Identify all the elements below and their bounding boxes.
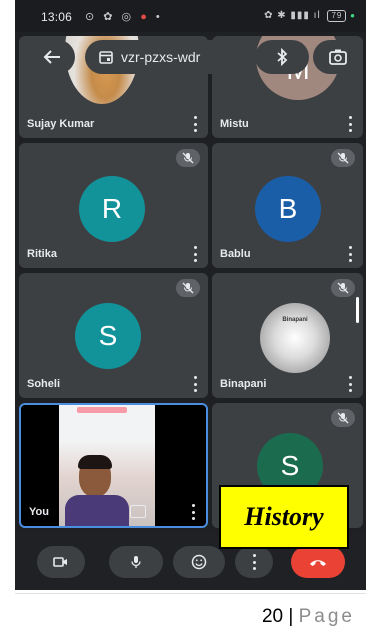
participant-name: Ritika xyxy=(27,248,57,260)
more-options-icon[interactable] xyxy=(192,376,198,392)
participant-tile-binapani[interactable]: Binapani Binapani xyxy=(212,273,363,398)
page-word: Page xyxy=(298,606,355,627)
microphone-toggle-button[interactable] xyxy=(109,546,163,578)
page-number: 20 xyxy=(261,606,284,627)
camera-switch-icon[interactable] xyxy=(130,505,146,518)
meeting-code-button[interactable]: vzr-pzxs-wdr xyxy=(85,40,241,74)
participant-avatar: B xyxy=(255,176,321,242)
more-options-icon[interactable] xyxy=(347,116,353,132)
mic-off-icon xyxy=(176,279,200,297)
page-footer: 20 | Page xyxy=(262,606,355,628)
mic-off-icon xyxy=(176,149,200,167)
participant-avatar: R xyxy=(79,176,145,242)
arrow-left-icon xyxy=(43,50,60,64)
mic-off-icon xyxy=(331,149,355,167)
participant-tile-bablu[interactable]: B Bablu xyxy=(212,143,363,268)
avatar-initial: R xyxy=(101,193,123,224)
more-options-icon[interactable] xyxy=(347,376,353,392)
end-call-button[interactable] xyxy=(291,546,345,578)
microphone-icon xyxy=(131,556,141,568)
footer-divider xyxy=(15,593,366,594)
avatar-initial: S xyxy=(280,450,300,481)
phone-hangup-icon xyxy=(310,560,326,566)
more-options-icon[interactable] xyxy=(347,246,353,262)
avatar-initial: S xyxy=(98,320,118,351)
system-icons: ✿ ✱ ▮▮▮ ıl 79 ● xyxy=(264,10,356,22)
scroll-indicator[interactable] xyxy=(356,297,359,323)
ceiling-light xyxy=(77,407,127,413)
participant-tile-soheli[interactable]: S Soheli xyxy=(19,273,208,398)
more-options-icon[interactable] xyxy=(192,246,198,262)
participant-name: Soheli xyxy=(27,378,61,390)
emoji-icon xyxy=(191,554,207,570)
participant-photo: Binapani xyxy=(260,303,330,373)
more-options-button[interactable] xyxy=(235,546,273,578)
video-camera-icon xyxy=(53,557,67,567)
page-separator: | xyxy=(288,606,294,627)
photo-label: Binapani xyxy=(282,317,308,323)
meeting-code: vzr-pzxs-wdr xyxy=(121,49,201,65)
mic-off-icon xyxy=(331,279,355,297)
more-options-icon[interactable] xyxy=(190,504,196,520)
status-time: 13:06 xyxy=(41,10,73,24)
switch-camera-button[interactable] xyxy=(313,40,363,74)
more-vert-icon xyxy=(251,554,257,570)
status-bar: 13:06 ⊙ ✿ ◎ ● • ✿ ✱ ▮▮▮ ıl 79 ● xyxy=(15,0,366,32)
camera-toggle-button[interactable] xyxy=(37,546,85,578)
person-shirt xyxy=(65,495,129,526)
participant-name: Bablu xyxy=(220,248,251,260)
reactions-button[interactable] xyxy=(173,546,225,578)
more-options-icon[interactable] xyxy=(192,116,198,132)
participant-tile-ritika[interactable]: R Ritika xyxy=(19,143,208,268)
participant-name: Sujay Kumar xyxy=(27,118,95,130)
participant-name: Binapani xyxy=(220,378,267,390)
participant-tile-you[interactable]: You xyxy=(19,403,208,528)
history-label-box: History xyxy=(219,485,349,549)
bluetooth-icon xyxy=(277,48,288,66)
back-button[interactable] xyxy=(29,40,75,74)
camera-flip-icon xyxy=(329,49,347,65)
participant-name: Mistu xyxy=(220,118,249,130)
person-hair xyxy=(78,455,112,469)
participant-avatar: S xyxy=(75,303,141,369)
battery-icon: 79 xyxy=(327,10,347,22)
calendar-icon xyxy=(99,51,113,64)
mic-off-icon xyxy=(331,409,355,427)
avatar-initial: B xyxy=(278,193,298,224)
notification-icons: ⊙ ✿ ◎ ● • xyxy=(85,11,163,23)
bluetooth-audio-button[interactable] xyxy=(255,40,309,74)
participant-name: You xyxy=(29,506,49,518)
